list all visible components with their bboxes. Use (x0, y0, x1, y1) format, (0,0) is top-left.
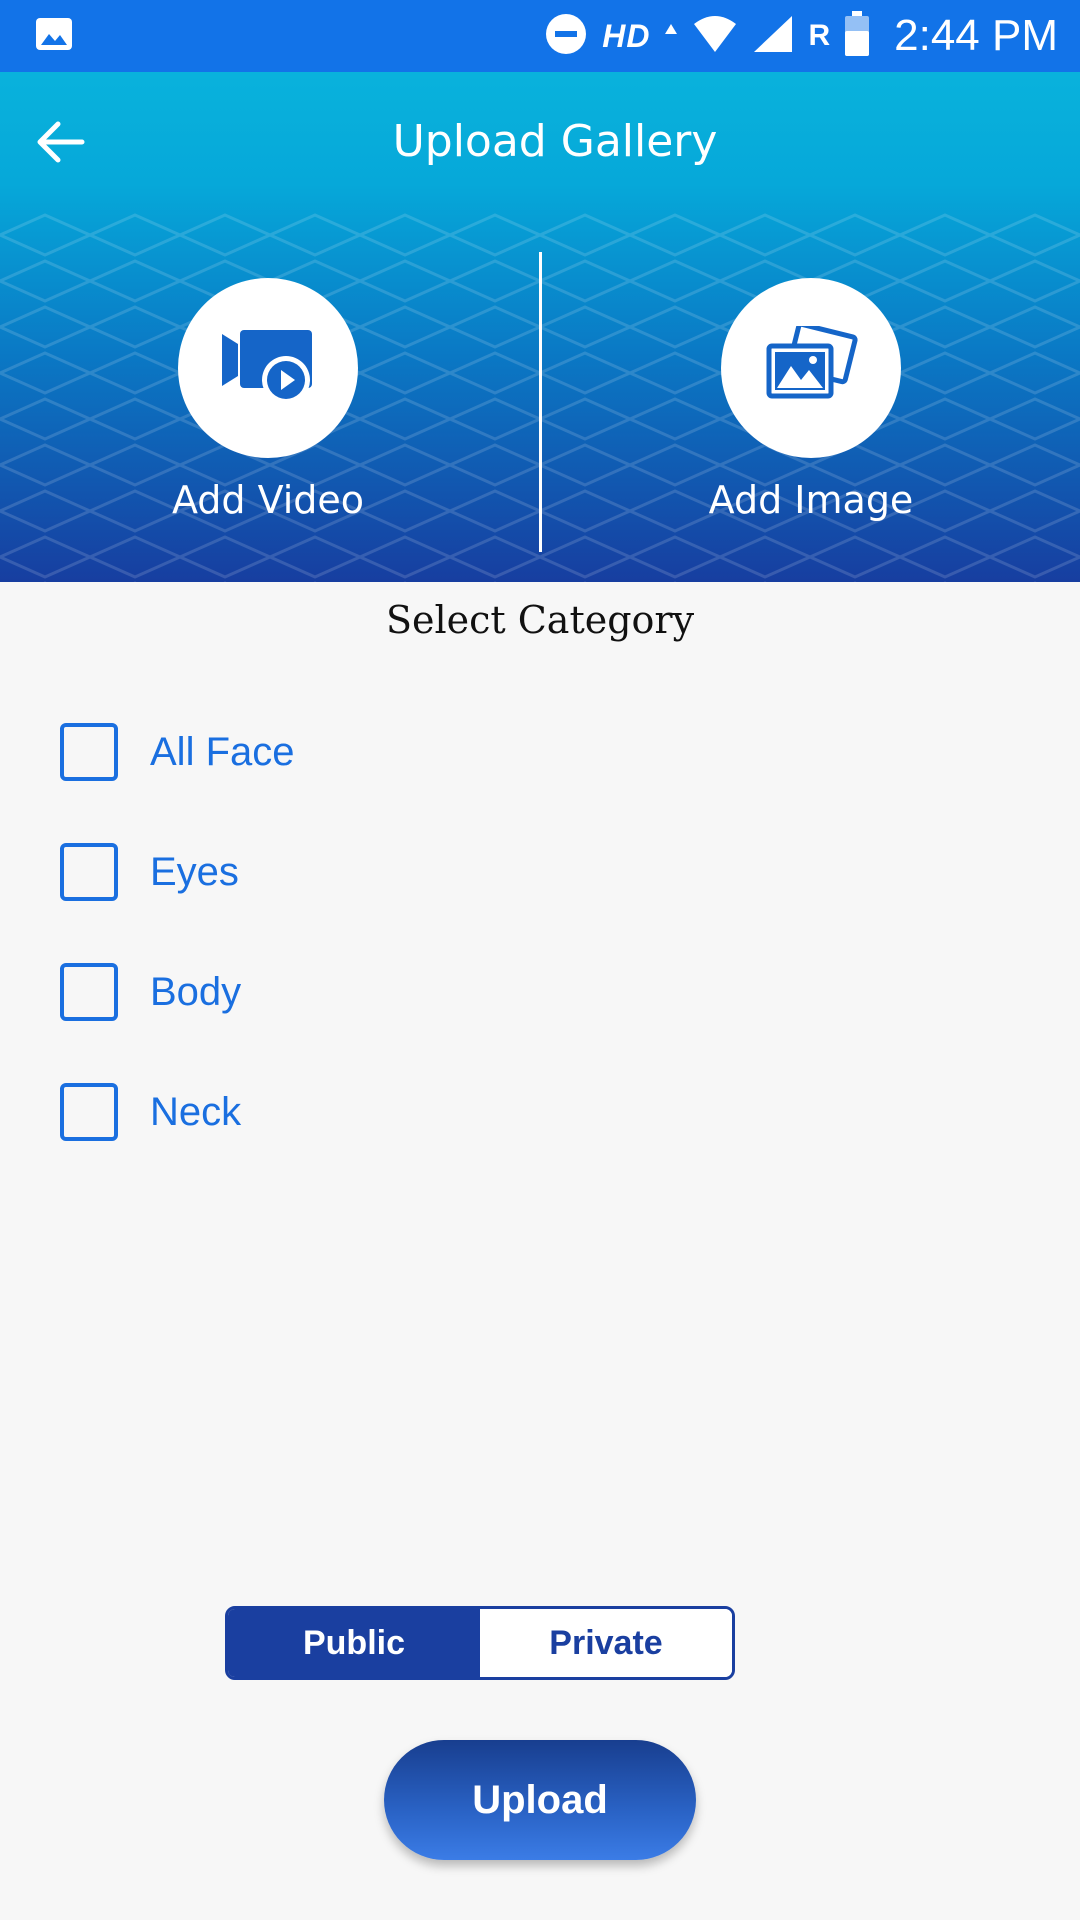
data-activity-icon (664, 22, 678, 51)
status-bar: HD R 2:44 PM (0, 0, 1080, 72)
battery-icon (844, 10, 870, 62)
category-item-body[interactable]: Body (60, 962, 295, 1022)
wifi-icon (692, 14, 738, 59)
network-type-label: HD (602, 17, 651, 54)
category-item-neck[interactable]: Neck (60, 1082, 295, 1142)
upload-header: Upload Gallery Add Video Add Image (0, 72, 1080, 582)
header-divider (539, 252, 542, 552)
roaming-label: R (808, 19, 831, 52)
status-left (34, 14, 74, 59)
eyes-checkbox[interactable] (60, 843, 118, 901)
category-item-all-face[interactable]: All Face (60, 722, 295, 782)
page-title: Upload Gallery (392, 116, 718, 167)
status-time: 2:44 PM (894, 11, 1058, 60)
add-image-circle[interactable] (721, 278, 901, 458)
signal-icon (752, 14, 794, 59)
add-video-label: Add Video (171, 478, 365, 522)
add-image-label: Add Image (708, 478, 914, 522)
body-checkbox[interactable] (60, 963, 118, 1021)
image-gallery-icon (763, 321, 859, 411)
add-video-button[interactable]: Add Video (148, 278, 388, 522)
do-not-disturb-icon (544, 12, 588, 61)
upload-button[interactable]: Upload (384, 1740, 696, 1860)
select-category-title: Select Category (385, 598, 695, 642)
status-right: HD R 2:44 PM (544, 10, 1058, 62)
all-face-checkbox[interactable] (60, 723, 118, 781)
category-item-eyes[interactable]: Eyes (60, 842, 295, 902)
add-video-circle[interactable] (178, 278, 358, 458)
video-camera-icon (220, 324, 316, 413)
category-label[interactable]: All Face (150, 730, 295, 775)
public-option[interactable]: Public (228, 1609, 480, 1677)
visibility-toggle: Public Private (225, 1606, 735, 1680)
private-option[interactable]: Private (480, 1609, 732, 1677)
neck-checkbox[interactable] (60, 1083, 118, 1141)
category-list: All Face Eyes Body Neck (60, 722, 295, 1202)
category-label[interactable]: Body (150, 970, 241, 1015)
add-image-button[interactable]: Add Image (691, 278, 931, 522)
gallery-icon (34, 14, 74, 59)
category-label[interactable]: Eyes (150, 850, 239, 895)
category-label[interactable]: Neck (150, 1090, 241, 1135)
